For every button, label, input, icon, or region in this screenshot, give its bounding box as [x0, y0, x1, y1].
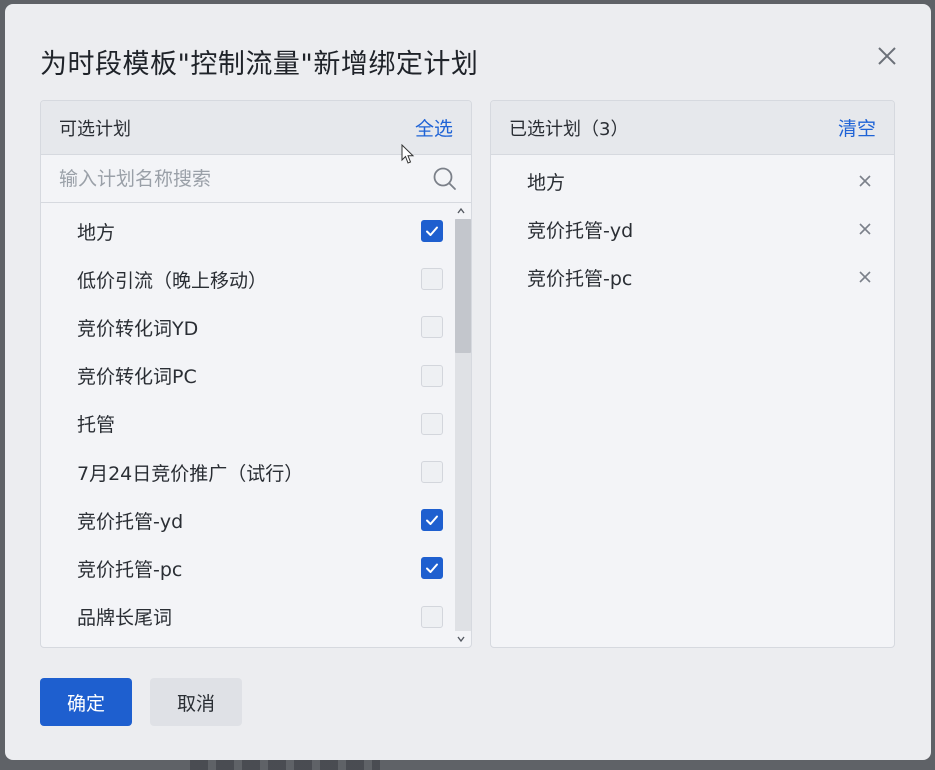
selected-plan-item: 地方 — [491, 157, 894, 205]
close-icon — [878, 47, 896, 65]
plan-item-label: 7月24日竞价推广（试行） — [77, 462, 304, 485]
plan-item-label: 品牌长尾词 — [77, 607, 173, 630]
plan-item-label: 低价引流（晚上移动） — [77, 269, 268, 292]
plan-checkbox[interactable] — [421, 268, 443, 291]
plan-checkbox[interactable] — [421, 509, 443, 532]
available-plans-scrollbar[interactable] — [453, 203, 471, 647]
plan-list-item[interactable]: 竞价托管-pc — [41, 544, 471, 592]
plan-list-item[interactable]: 竞价转化词PC — [41, 352, 471, 400]
selected-plan-item: 竞价托管-pc — [491, 253, 894, 301]
bind-plan-dialog: 为时段模板"控制流量"新增绑定计划 可选计划 全选 地方低价引流（晚上移动） 竞价… — [5, 4, 931, 760]
plan-item-label: 竞价托管-yd — [77, 510, 184, 533]
plan-list-item[interactable]: 竞价转化词YD — [41, 303, 471, 351]
remove-icon — [859, 223, 871, 235]
selected-plans-panel: 已选计划（3） 清空 地方竞价托管-yd 竞价托管-pc — [490, 100, 895, 648]
selected-plans-list: 地方竞价托管-yd 竞价托管-pc — [491, 155, 894, 301]
close-button[interactable] — [871, 40, 903, 72]
plan-checkbox[interactable] — [421, 605, 443, 628]
plan-list-item[interactable]: 竞价托管-yd — [41, 496, 471, 544]
plan-item-label: 竞价托管-pc — [77, 558, 183, 581]
available-plans-title: 可选计划 — [59, 118, 131, 140]
mouse-cursor-icon — [401, 144, 415, 164]
remove-selected-button[interactable] — [856, 268, 874, 286]
clear-selected-link[interactable]: 清空 — [838, 114, 876, 141]
selected-plan-item: 竞价托管-yd — [491, 205, 894, 253]
plan-item-label: 竞价转化词PC — [77, 366, 197, 389]
scroll-up-arrow-icon[interactable] — [456, 206, 466, 216]
selected-plan-label: 竞价托管-yd — [527, 219, 634, 242]
plan-item-label: 竞价转化词YD — [77, 317, 199, 340]
checkmark-icon — [426, 563, 438, 574]
select-all-link[interactable]: 全选 — [415, 114, 453, 141]
plan-item-label: 托管 — [77, 414, 116, 437]
selected-plan-label: 竞价托管-pc — [527, 267, 633, 290]
cancel-button[interactable]: 取消 — [150, 678, 242, 726]
plan-checkbox[interactable] — [421, 557, 443, 580]
plan-list-item[interactable]: 低价引流（晚上移动） — [41, 255, 471, 303]
plan-checkbox[interactable] — [421, 220, 443, 243]
remove-selected-button[interactable] — [856, 172, 874, 190]
selected-plans-title: 已选计划（3） — [509, 118, 629, 140]
plan-item-label: 地方 — [77, 221, 116, 244]
plan-list-item[interactable]: 品牌长尾词 — [41, 593, 471, 641]
plan-list-item[interactable]: 地方 — [41, 207, 471, 255]
available-plans-list-area: 地方低价引流（晚上移动） 竞价转化词YD 竞价转化词PC 托管 7月24日竞价推广（试行… — [41, 203, 471, 647]
selected-plans-header: 已选计划（3） 清空 — [491, 101, 894, 155]
checkmark-icon — [426, 226, 438, 237]
scrollbar-thumb[interactable] — [455, 219, 471, 353]
dialog-title: 为时段模板"控制流量"新增绑定计划 — [40, 49, 479, 80]
selected-plan-label: 地方 — [527, 171, 566, 194]
available-plans-list: 地方低价引流（晚上移动） 竞价转化词YD 竞价转化词PC 托管 7月24日竞价推广（试行… — [41, 203, 471, 641]
dialog-footer: 确定 取消 — [40, 678, 242, 726]
search-icon[interactable] — [431, 165, 459, 193]
plan-list-item[interactable]: 7月24日竞价推广（试行） — [41, 448, 471, 496]
plan-list-item[interactable]: 托管 — [41, 400, 471, 448]
available-plans-panel: 可选计划 全选 地方低价引流（晚上移动） 竞价转化词YD 竞价转化词PC 托管 7月24… — [40, 100, 472, 648]
plan-checkbox[interactable] — [421, 316, 443, 339]
checkmark-icon — [426, 515, 438, 526]
confirm-button[interactable]: 确定 — [40, 678, 132, 726]
plan-checkbox[interactable] — [421, 412, 443, 435]
plan-checkbox[interactable] — [421, 461, 443, 484]
plan-search-input[interactable] — [59, 167, 431, 190]
scroll-down-arrow-icon[interactable] — [456, 634, 466, 644]
remove-icon — [859, 175, 871, 187]
remove-icon — [859, 271, 871, 283]
plan-checkbox[interactable] — [421, 364, 443, 387]
remove-selected-button[interactable] — [856, 220, 874, 238]
